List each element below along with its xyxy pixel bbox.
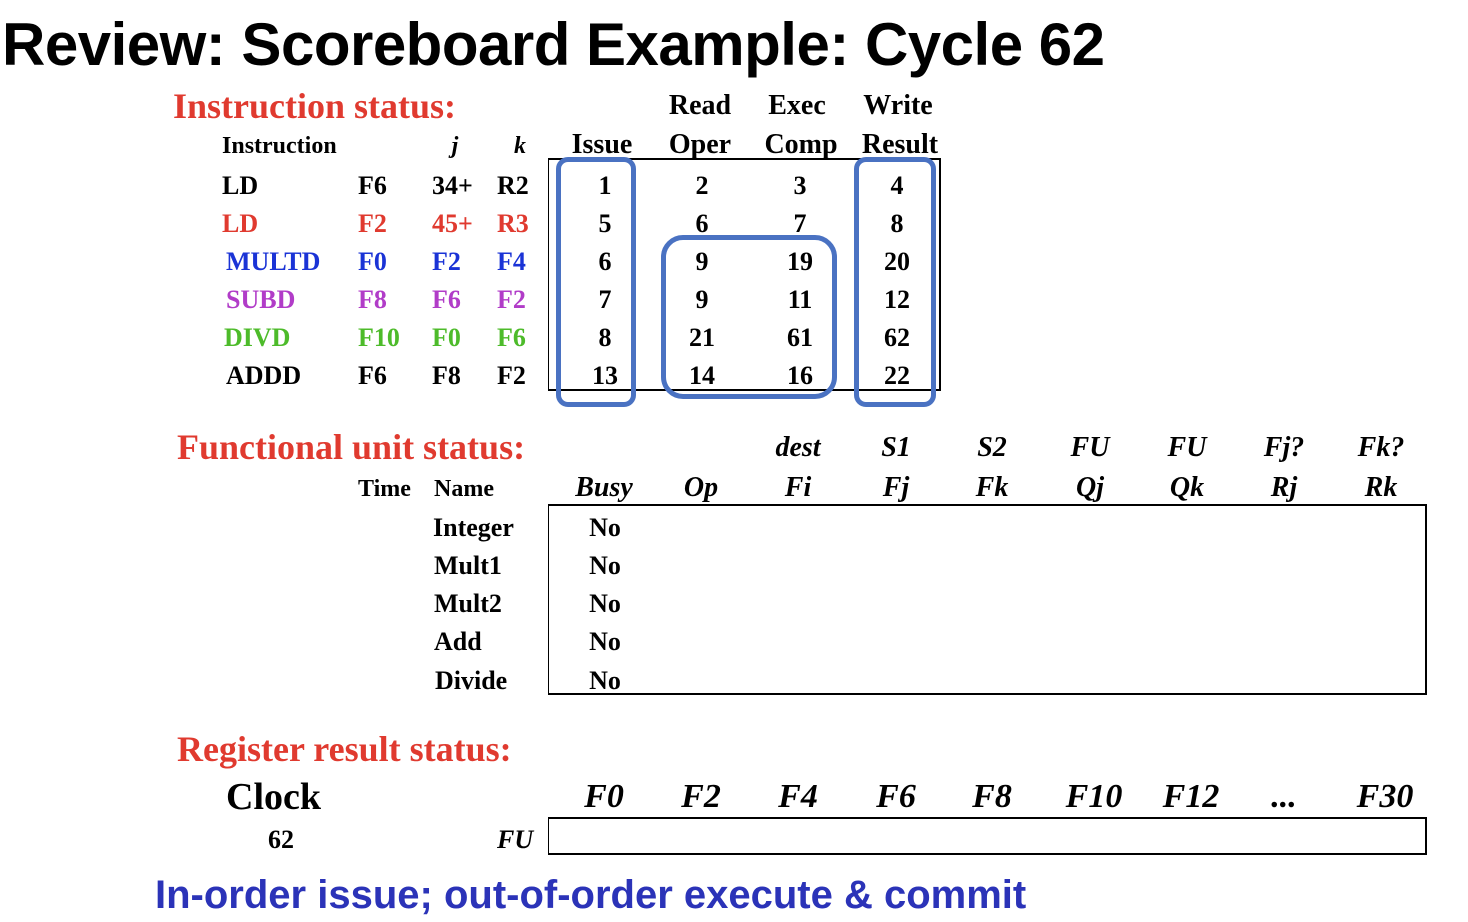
instr-k: F2 (497, 361, 526, 390)
instr-op: DIVD (224, 323, 291, 352)
fu-header-s1: S1 (881, 432, 911, 463)
instr-exec: 3 (793, 171, 807, 200)
instr-read: 2 (695, 171, 709, 200)
fu-header-fj: Fj (882, 472, 910, 503)
instr-k: R2 (497, 171, 529, 200)
fu-header-qk: Qk (1169, 472, 1205, 503)
instr-op: LD (222, 171, 259, 200)
instr-k: R3 (497, 209, 529, 238)
fu-header-time: Time (358, 476, 411, 502)
fu-header-fj-q: Fj? (1263, 432, 1305, 463)
header-oper: Oper (668, 129, 732, 160)
instr-dest: F0 (358, 247, 387, 276)
highlight-read-exec-block (661, 235, 837, 399)
fu-header-rk: Rk (1364, 472, 1398, 503)
header-exec: Exec (768, 90, 826, 121)
header-k: k (514, 133, 526, 159)
register-f8: F8 (972, 778, 1012, 815)
fu-name: Add (434, 627, 482, 656)
summary-note: In-order issue; out-of-order execute & c… (155, 873, 1027, 917)
register-result-status-label: Register result status: (177, 729, 512, 769)
fu-busy: No (589, 589, 621, 618)
instr-k: F4 (497, 247, 526, 276)
register-f2: F2 (681, 778, 721, 815)
fu-busy: No (589, 627, 621, 656)
fu-header-name: Name (434, 476, 494, 502)
fu-busy: No (589, 666, 621, 695)
register-f0: F0 (584, 778, 624, 815)
clock-value: 62 (268, 825, 294, 854)
register-f4: F4 (778, 778, 818, 815)
fu-header-fu-k: FU (1167, 432, 1207, 463)
fu-busy: No (589, 551, 621, 580)
instr-j: 34+ (432, 171, 473, 200)
fu-header-rj: Rj (1270, 472, 1298, 503)
instr-dest: F10 (358, 323, 400, 352)
fu-header-dest: dest (775, 432, 821, 463)
fu-name: Integer (433, 513, 514, 542)
fu-row-label: FU (497, 825, 534, 854)
instr-op: MULTD (226, 247, 321, 276)
register-ellipsis: ... (1271, 778, 1297, 815)
fu-header-fu-j: FU (1070, 432, 1110, 463)
register-f30: F30 (1356, 778, 1414, 815)
highlight-write-column (854, 157, 936, 407)
functional-unit-status-label: Functional unit status: (177, 427, 526, 467)
instr-j: F2 (432, 247, 461, 276)
fu-header-op: Op (683, 472, 719, 503)
instr-j: F0 (432, 323, 461, 352)
fu-name: Mult2 (434, 589, 502, 618)
fu-header-qj: Qj (1076, 472, 1104, 503)
register-f10: F10 (1065, 778, 1123, 815)
highlight-issue-column (556, 157, 636, 407)
fu-table-box (548, 504, 1427, 695)
header-instruction: Instruction (222, 133, 337, 159)
register-f6: F6 (876, 778, 916, 815)
instr-op: ADDD (226, 361, 302, 390)
instr-op: SUBD (226, 285, 296, 314)
fu-name: Divide (435, 666, 508, 695)
instr-j: F8 (432, 361, 461, 390)
instruction-status-label: Instruction status: (173, 86, 457, 126)
header-read: Read (668, 90, 732, 121)
instr-op: LD (222, 209, 259, 238)
instr-j: F6 (432, 285, 461, 314)
fu-header-fk-q: Fk? (1357, 432, 1405, 463)
fu-header-busy: Busy (575, 472, 633, 503)
instr-dest: F8 (358, 285, 387, 314)
instr-j: 45+ (432, 209, 473, 238)
fu-name: Mult1 (434, 551, 502, 580)
instr-dest: F6 (358, 361, 387, 390)
register-f12: F12 (1162, 778, 1220, 815)
clock-label: Clock (226, 776, 321, 818)
fu-header-s2: S2 (977, 432, 1007, 463)
instr-k: F6 (497, 323, 526, 352)
header-j: j (451, 133, 459, 159)
instr-dest: F2 (358, 209, 387, 238)
fu-header-fi: Fi (784, 472, 812, 503)
instr-dest: F6 (358, 171, 387, 200)
fu-busy: No (589, 513, 621, 542)
header-comp: Comp (764, 129, 838, 160)
fu-header-fk: Fk (975, 472, 1009, 503)
header-write: Write (863, 90, 933, 121)
instr-k: F2 (497, 285, 526, 314)
register-fu-box (548, 817, 1427, 855)
page-title: Review: Scoreboard Example: Cycle 62 (2, 11, 1105, 78)
